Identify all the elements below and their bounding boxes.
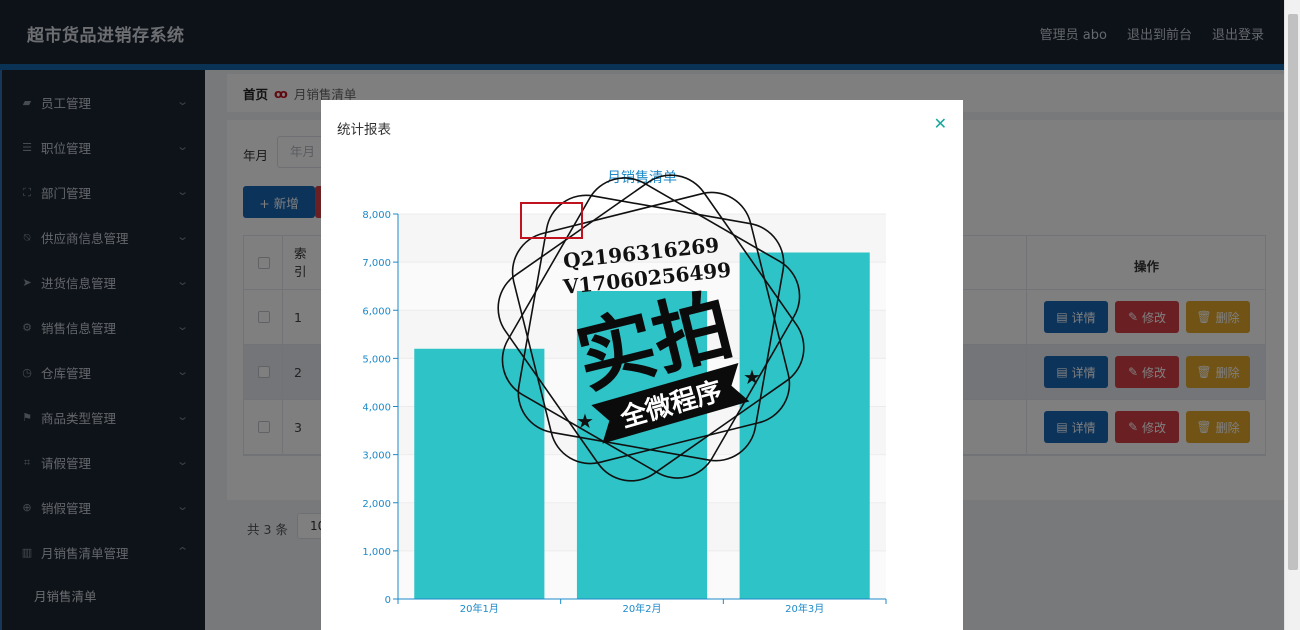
bar[interactable] [414, 348, 545, 599]
x-tick-label: 20年3月 [785, 602, 824, 615]
stats-dialog: 月销售清单 0 1,000 2,000 3,000 4,000 5,000 6,000 7,0… [321, 100, 963, 630]
scrollbar-thumb[interactable] [1288, 14, 1298, 570]
y-tick-label: 7,000 [362, 258, 391, 269]
y-tick-label: 1,000 [362, 547, 391, 558]
y-tick-label: 2,000 [362, 499, 391, 510]
bar[interactable] [739, 252, 870, 600]
y-tick-label: 6,000 [362, 306, 391, 317]
y-tick-label: 3,000 [362, 451, 391, 462]
close-icon[interactable]: ✕ [934, 114, 947, 133]
page-scrollbar[interactable] [1284, 0, 1300, 630]
x-tick-label: 20年1月 [460, 602, 499, 615]
dialog-title: 统计报表 [337, 122, 391, 138]
x-tick-label: 20年2月 [622, 602, 661, 615]
bar-chart: 月销售清单 01,0002,0003,0004,0005,0006,0007,0… [362, 170, 887, 615]
y-tick-label: 0 [385, 595, 391, 606]
y-tick-label: 8,000 [362, 210, 391, 221]
star-icon: ★ [743, 365, 761, 389]
star-icon: ★ [576, 409, 594, 433]
y-tick-label: 5,000 [362, 354, 391, 365]
y-tick-label: 4,000 [362, 403, 391, 414]
